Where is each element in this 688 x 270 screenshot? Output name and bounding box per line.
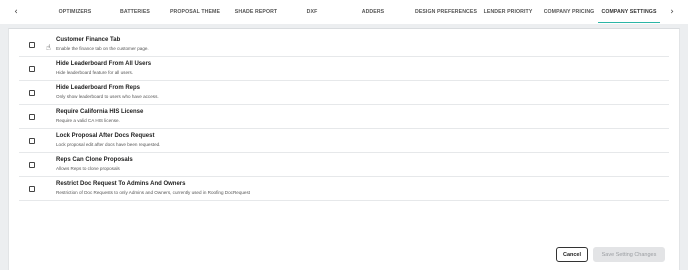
- setting-title: Restrict Doc Request To Admins And Owner…: [56, 181, 186, 187]
- setting-title: Hide Leaderboard From All Users: [56, 61, 152, 67]
- setting-title: Hide Leaderboard From Reps: [56, 85, 141, 91]
- settings-footer-actions: Cancel Save Setting Changes: [556, 247, 665, 262]
- tab-design-preferences[interactable]: DESIGN PREFERENCES: [414, 0, 478, 24]
- setting-hide-leaderboard-reps: Hide Leaderboard From Reps Only show lea…: [19, 81, 669, 105]
- tab-scroll-right-button[interactable]: ›: [656, 0, 688, 24]
- setting-checkbox[interactable]: [29, 42, 35, 48]
- tab-shade-report[interactable]: SHADE REPORT: [232, 0, 280, 24]
- setting-reps-can-clone-proposals: Reps Can Clone Proposals Allows Reps to …: [19, 153, 669, 177]
- setting-checkbox[interactable]: [29, 138, 35, 144]
- save-setting-changes-button[interactable]: Save Setting Changes: [593, 247, 665, 262]
- chevron-right-icon: ›: [670, 7, 674, 17]
- setting-description: Require a valid CA HIS license.: [56, 118, 120, 123]
- company-settings-panel: ☝ Customer Finance Tab Enable the financ…: [8, 28, 680, 270]
- setting-title: Reps Can Clone Proposals: [56, 157, 133, 163]
- setting-description: Hide leaderboard feature for all users.: [56, 70, 134, 75]
- tab-batteries[interactable]: BATTERIES: [117, 0, 153, 24]
- tab-list: OPTIMIZERS BATTERIES PROPOSAL THEME SHAD…: [32, 0, 660, 24]
- setting-checkbox[interactable]: [29, 114, 35, 120]
- setting-require-california-his-license: Require California HIS License Require a…: [19, 105, 669, 129]
- setting-description: Allows Reps to clone proposals: [56, 166, 120, 171]
- setting-lock-proposal-after-docs-request: Lock Proposal After Docs Request Lock pr…: [19, 129, 669, 153]
- tab-proposal-theme[interactable]: PROPOSAL THEME: [169, 0, 221, 24]
- setting-checkbox[interactable]: [29, 162, 35, 168]
- setting-description: Only show leaderboard to users who have …: [56, 94, 159, 99]
- setting-hide-leaderboard-all-users: Hide Leaderboard From All Users Hide lea…: [19, 57, 669, 81]
- setting-description: Enable the finance tab on the customer p…: [56, 46, 149, 51]
- setting-customer-finance-tab: ☝ Customer Finance Tab Enable the financ…: [19, 33, 669, 57]
- setting-checkbox[interactable]: [29, 90, 35, 96]
- tab-lender-priority[interactable]: LENDER PRIORITY: [481, 0, 535, 24]
- tab-company-settings[interactable]: COMPANY SETTINGS: [598, 0, 660, 24]
- tab-company-pricing[interactable]: COMPANY PRICING: [541, 0, 597, 24]
- settings-tab-bar: ‹ OPTIMIZERS BATTERIES PROPOSAL THEME SH…: [0, 0, 688, 24]
- tab-optimizers[interactable]: OPTIMIZERS: [53, 0, 97, 24]
- chevron-left-icon: ‹: [14, 7, 18, 17]
- setting-title: Require California HIS License: [56, 109, 144, 115]
- setting-title: Lock Proposal After Docs Request: [56, 133, 155, 139]
- tab-scroll-left-button[interactable]: ‹: [0, 0, 32, 24]
- pointer-hand-icon: ☝: [46, 43, 51, 52]
- setting-description: Lock proposal edit after docs have been …: [56, 142, 161, 147]
- setting-title: Customer Finance Tab: [56, 37, 121, 43]
- setting-description: Restriction of Doc Requests to only Admi…: [56, 190, 251, 195]
- setting-checkbox[interactable]: [29, 186, 35, 192]
- setting-checkbox[interactable]: [29, 66, 35, 72]
- setting-restrict-doc-request: Restrict Doc Request To Admins And Owner…: [19, 177, 669, 201]
- cancel-button[interactable]: Cancel: [556, 247, 588, 262]
- settings-list: ☝ Customer Finance Tab Enable the financ…: [9, 29, 679, 201]
- tab-adders[interactable]: ADDERS: [358, 0, 388, 24]
- tab-dxf[interactable]: DXF: [300, 0, 324, 24]
